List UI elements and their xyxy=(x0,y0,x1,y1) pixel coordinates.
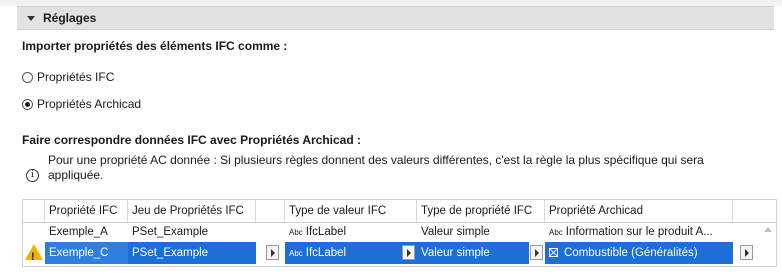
abc-type-icon: Abc xyxy=(289,249,303,258)
chevron-right-icon[interactable] xyxy=(740,245,753,260)
cell-ifc-property-type[interactable]: Valeur simple xyxy=(417,242,529,264)
archicad-property-text: Combustible (Généralités) xyxy=(564,247,698,259)
cell-ifc-property: Exemple_C xyxy=(45,242,128,264)
radio-button-checked[interactable] xyxy=(22,98,33,110)
column-header[interactable]: Jeu de Propriétés IFC xyxy=(128,200,256,222)
value-type-text: IfcLabel xyxy=(305,247,347,259)
header-spacer xyxy=(23,200,45,222)
column-header[interactable]: Propriété Archicad xyxy=(545,200,733,222)
column-header[interactable]: Type de valeur IFC xyxy=(285,200,417,222)
header-spacer xyxy=(256,200,285,222)
radio-button[interactable] xyxy=(22,71,33,83)
column-header[interactable]: Type de propriété IFC xyxy=(417,200,545,222)
cell-ifc-property: Exemple_A xyxy=(49,226,108,238)
table-header: Propriété IFC Jeu de Propriétés IFC Type… xyxy=(23,200,776,223)
value-type-text: IfcLabel xyxy=(305,226,347,238)
radio-ifc-properties[interactable]: Propriétés IFC xyxy=(22,70,114,84)
header-spacer xyxy=(733,200,776,222)
warning-exclamation: ! xyxy=(31,251,35,263)
cell-archicad-property[interactable]: Combustible (Généralités) xyxy=(545,242,733,264)
info-text-line1: Pour une propriété AC donnée : Si plusie… xyxy=(48,153,704,167)
cell-archicad-property: Abc Information sur le produit A... xyxy=(545,222,733,242)
scroll-up-icon[interactable] xyxy=(764,227,772,232)
info-text-line2: appliquée. xyxy=(48,168,104,182)
property-icon xyxy=(549,248,558,257)
table-row-selected[interactable]: ! Exemple_C PSet_Example Abc IfcLabel Val… xyxy=(23,242,776,264)
warning-cell: ! xyxy=(23,242,45,264)
cell-ifc-property-type: Valeur simple xyxy=(421,226,490,238)
cell-ifc-pset: PSet_Example xyxy=(128,242,256,264)
triangle-down-icon[interactable] xyxy=(27,15,35,21)
info-icon: i xyxy=(26,169,39,182)
cell-ifc-value-type[interactable]: Abc IfcLabel xyxy=(285,242,417,264)
cell-ifc-pset: PSet_Example xyxy=(132,226,209,238)
chevron-right-icon[interactable] xyxy=(530,245,543,260)
radio-label: Propriétés Archicad xyxy=(37,97,142,111)
import-heading: Importer propriétés des éléments IFC com… xyxy=(22,39,288,53)
pset-arrow-cell xyxy=(256,242,285,264)
mapping-table: Propriété IFC Jeu de Propriétés IFC Type… xyxy=(22,199,777,267)
table-row[interactable]: Exemple_A PSet_Example Abc IfcLabel Valeu… xyxy=(23,222,776,242)
cell-ifc-value-type: Abc IfcLabel xyxy=(285,222,417,242)
settings-section-header[interactable]: Réglages xyxy=(17,6,774,30)
abc-type-icon: Abc xyxy=(549,228,563,237)
chevron-right-icon[interactable] xyxy=(402,245,415,260)
mapping-heading: Faire correspondre données IFC avec Prop… xyxy=(22,133,361,147)
section-title: Réglages xyxy=(43,11,97,25)
radio-label: Propriétés IFC xyxy=(37,70,115,84)
column-header[interactable]: Propriété IFC xyxy=(45,200,128,222)
abc-type-icon: Abc xyxy=(289,228,303,237)
radio-archicad-properties[interactable]: Propriétés Archicad xyxy=(22,97,141,111)
chevron-right-icon[interactable] xyxy=(266,245,279,260)
archicad-property-text: Information sur le produit A... xyxy=(565,226,713,238)
